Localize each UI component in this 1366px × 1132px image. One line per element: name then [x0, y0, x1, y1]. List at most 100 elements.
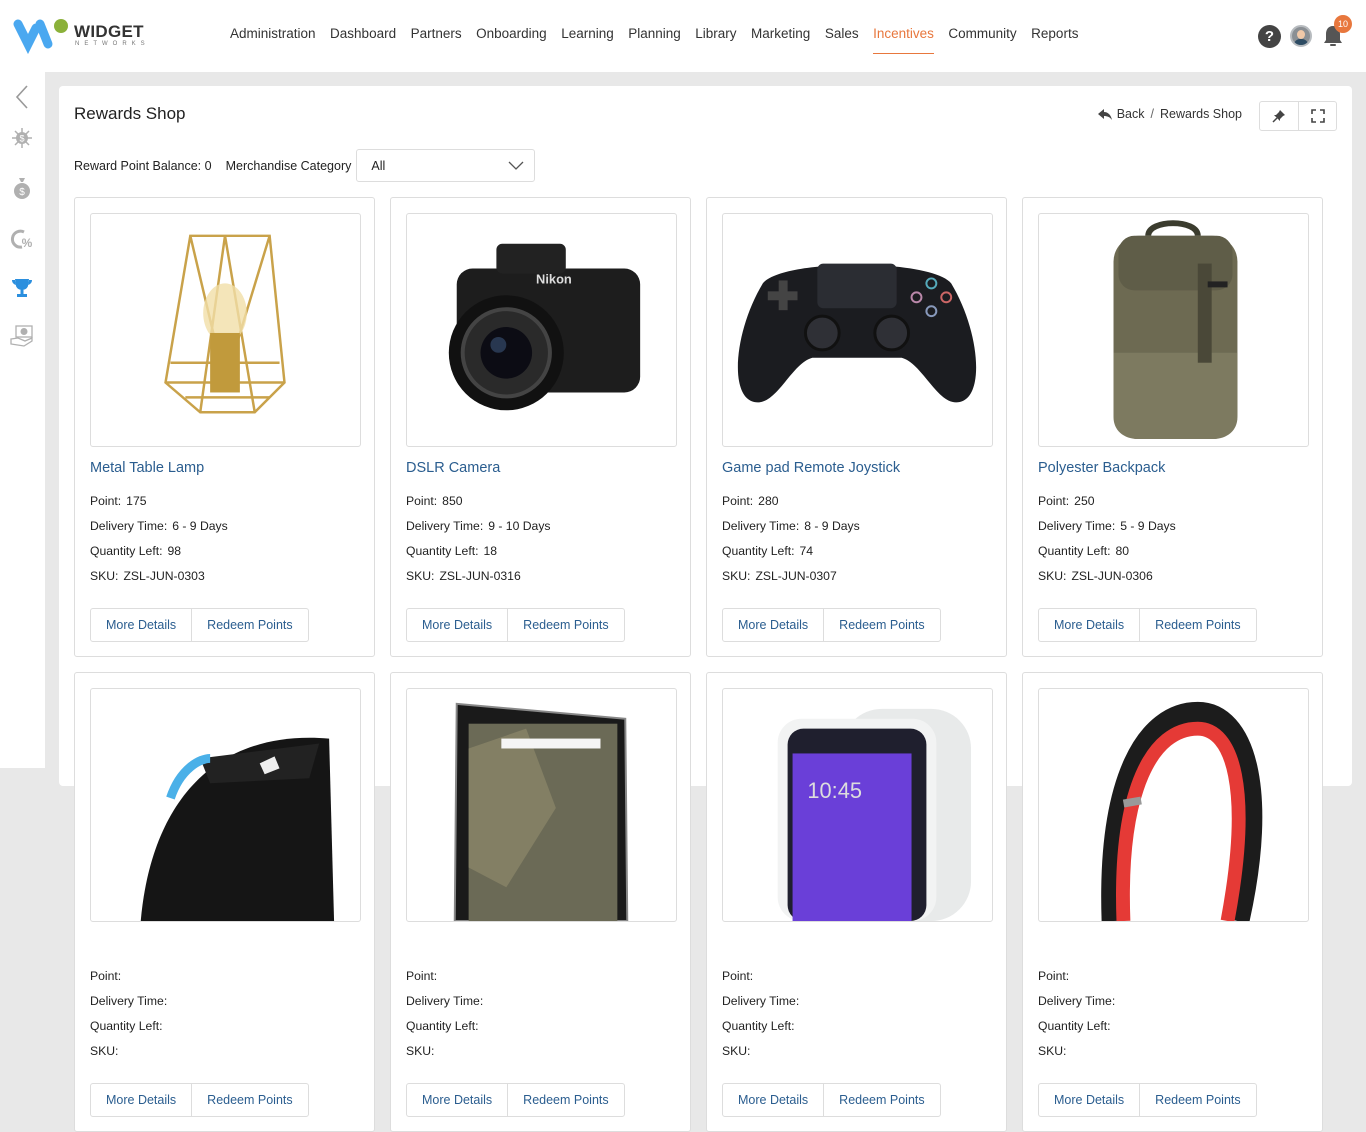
redeem-points-button[interactable]: Redeem Points — [191, 1084, 307, 1116]
product-image[interactable] — [722, 213, 993, 447]
product-sku: SKU: ZSL-JUN-0307 — [722, 569, 837, 583]
nav-incentives[interactable]: Incentives — [873, 0, 934, 72]
more-details-button[interactable]: More Details — [407, 1084, 507, 1116]
field-label: Quantity Left: — [406, 544, 479, 558]
product-image[interactable] — [1038, 213, 1309, 447]
redeem-points-button[interactable]: Redeem Points — [1139, 1084, 1255, 1116]
logo-mark-icon — [13, 19, 68, 55]
redeem-points-button[interactable]: Redeem Points — [823, 1084, 939, 1116]
more-details-button[interactable]: More Details — [91, 1084, 191, 1116]
panel-tools — [1259, 101, 1337, 131]
pin-button[interactable] — [1260, 102, 1298, 130]
merchandise-category-select[interactable]: All — [356, 149, 536, 182]
nav-planning[interactable]: Planning — [628, 0, 681, 72]
brand-logo[interactable]: WIDGET NETWORKS — [12, 16, 145, 55]
back-arrow-icon — [1097, 108, 1112, 120]
more-details-button[interactable]: More Details — [1039, 1084, 1139, 1116]
field-label: Point: — [90, 494, 122, 508]
notifications-button[interactable]: 10 — [1322, 15, 1352, 48]
field-label: Delivery Time: — [1038, 994, 1116, 1008]
redeem-points-button[interactable]: Redeem Points — [191, 609, 307, 641]
product-quantity-left: Quantity Left: — [406, 1019, 484, 1033]
lamp-image-icon — [164, 234, 286, 414]
product-sku: SKU: — [722, 1044, 755, 1058]
product-name[interactable]: DSLR Camera — [406, 460, 500, 476]
product-image[interactable] — [90, 688, 361, 922]
smartwatch-image-icon: 10:45 — [777, 708, 972, 921]
field-value: 850 — [442, 494, 463, 508]
sidebar: $ $ % — [0, 72, 45, 768]
field-value: 80 — [1115, 544, 1130, 558]
card-actions: More Details Redeem Points — [722, 608, 941, 642]
back-link[interactable]: Back — [1117, 107, 1145, 121]
brand-subtitle: NETWORKS — [75, 41, 150, 47]
pin-icon — [1272, 110, 1285, 123]
more-details-button[interactable]: More Details — [1039, 609, 1139, 641]
svg-text:$: $ — [19, 187, 25, 198]
field-value: ZSL-JUN-0306 — [1071, 569, 1153, 583]
product-name[interactable]: Game pad Remote Joystick — [722, 460, 900, 476]
product-delivery-time: Delivery Time: — [90, 994, 172, 1008]
collapse-chevron-icon[interactable] — [9, 84, 35, 110]
more-details-button[interactable]: More Details — [723, 1084, 823, 1116]
field-label: Quantity Left: — [90, 544, 163, 558]
nav-library[interactable]: Library — [695, 0, 736, 72]
category-selected-value: All — [371, 158, 386, 173]
card-actions: More Details Redeem Points — [722, 1083, 941, 1117]
product-image[interactable]: Nikon — [406, 213, 677, 447]
field-value: ZSL-JUN-0303 — [123, 569, 205, 583]
fullscreen-button[interactable] — [1298, 102, 1336, 130]
trophy-icon[interactable] — [9, 275, 35, 301]
help-icon[interactable]: ? — [1258, 24, 1281, 48]
field-label: Point: — [1038, 969, 1070, 983]
more-details-button[interactable]: More Details — [91, 609, 191, 641]
dollar-network-icon[interactable]: $ — [9, 125, 35, 151]
nav-dashboard[interactable]: Dashboard — [330, 0, 396, 72]
field-label: SKU: — [406, 1044, 435, 1058]
breadcrumb-current: Rewards Shop — [1160, 107, 1242, 121]
nav-partners[interactable]: Partners — [411, 0, 462, 72]
card-actions: More Details Redeem Points — [1038, 608, 1257, 642]
hand-money-icon[interactable] — [9, 323, 35, 349]
nav-marketing[interactable]: Marketing — [751, 0, 810, 72]
product-image[interactable] — [406, 688, 677, 922]
svg-text:10:45: 10:45 — [807, 778, 862, 803]
percent-cycle-icon[interactable]: % — [9, 226, 35, 252]
redeem-points-button[interactable]: Redeem Points — [1139, 609, 1255, 641]
nav-onboarding[interactable]: Onboarding — [476, 0, 547, 72]
redeem-points-button[interactable]: Redeem Points — [823, 609, 939, 641]
field-label: SKU: — [722, 1044, 751, 1058]
more-details-button[interactable]: More Details — [723, 609, 823, 641]
field-label: Delivery Time: — [1038, 519, 1116, 533]
field-label: SKU: — [1038, 1044, 1067, 1058]
product-name[interactable]: Metal Table Lamp — [90, 460, 204, 476]
mouse-image-icon — [140, 737, 335, 921]
redeem-points-button[interactable]: Redeem Points — [507, 609, 623, 641]
field-label: Point: — [722, 494, 754, 508]
nav-community[interactable]: Community — [948, 0, 1016, 72]
product-card: Point: Delivery Time: Quantity Left: SKU… — [1022, 672, 1323, 1132]
nav-learning[interactable]: Learning — [561, 0, 614, 72]
product-point: Point: — [90, 969, 126, 983]
product-image[interactable] — [90, 213, 361, 447]
reward-point-balance: Reward Point Balance: 0 — [74, 158, 212, 173]
product-quantity-left: Quantity Left: 80 — [1038, 544, 1129, 558]
product-card: Point: Delivery Time: Quantity Left: SKU… — [74, 672, 375, 1132]
nav-administration[interactable]: Administration — [230, 0, 316, 72]
nav-reports[interactable]: Reports — [1031, 0, 1078, 72]
user-avatar[interactable] — [1290, 25, 1312, 47]
field-value: 9 - 10 Days — [488, 519, 551, 533]
money-bag-icon[interactable]: $ — [9, 175, 35, 201]
product-image[interactable]: 10:45 — [722, 688, 993, 922]
product-name[interactable]: Polyester Backpack — [1038, 460, 1165, 476]
product-image[interactable] — [1038, 688, 1309, 922]
breadcrumb: Back / Rewards Shop — [1097, 107, 1242, 121]
field-label: Delivery Time: — [722, 994, 800, 1008]
more-details-button[interactable]: More Details — [407, 609, 507, 641]
card-actions: More Details Redeem Points — [90, 608, 309, 642]
redeem-points-button[interactable]: Redeem Points — [507, 1084, 623, 1116]
nav-sales[interactable]: Sales — [825, 0, 859, 72]
product-point: Point: 850 — [406, 494, 463, 508]
rewards-shop-panel: Rewards Shop Back / Rewards Shop Reward … — [59, 86, 1352, 1132]
field-label: Point: — [1038, 494, 1070, 508]
